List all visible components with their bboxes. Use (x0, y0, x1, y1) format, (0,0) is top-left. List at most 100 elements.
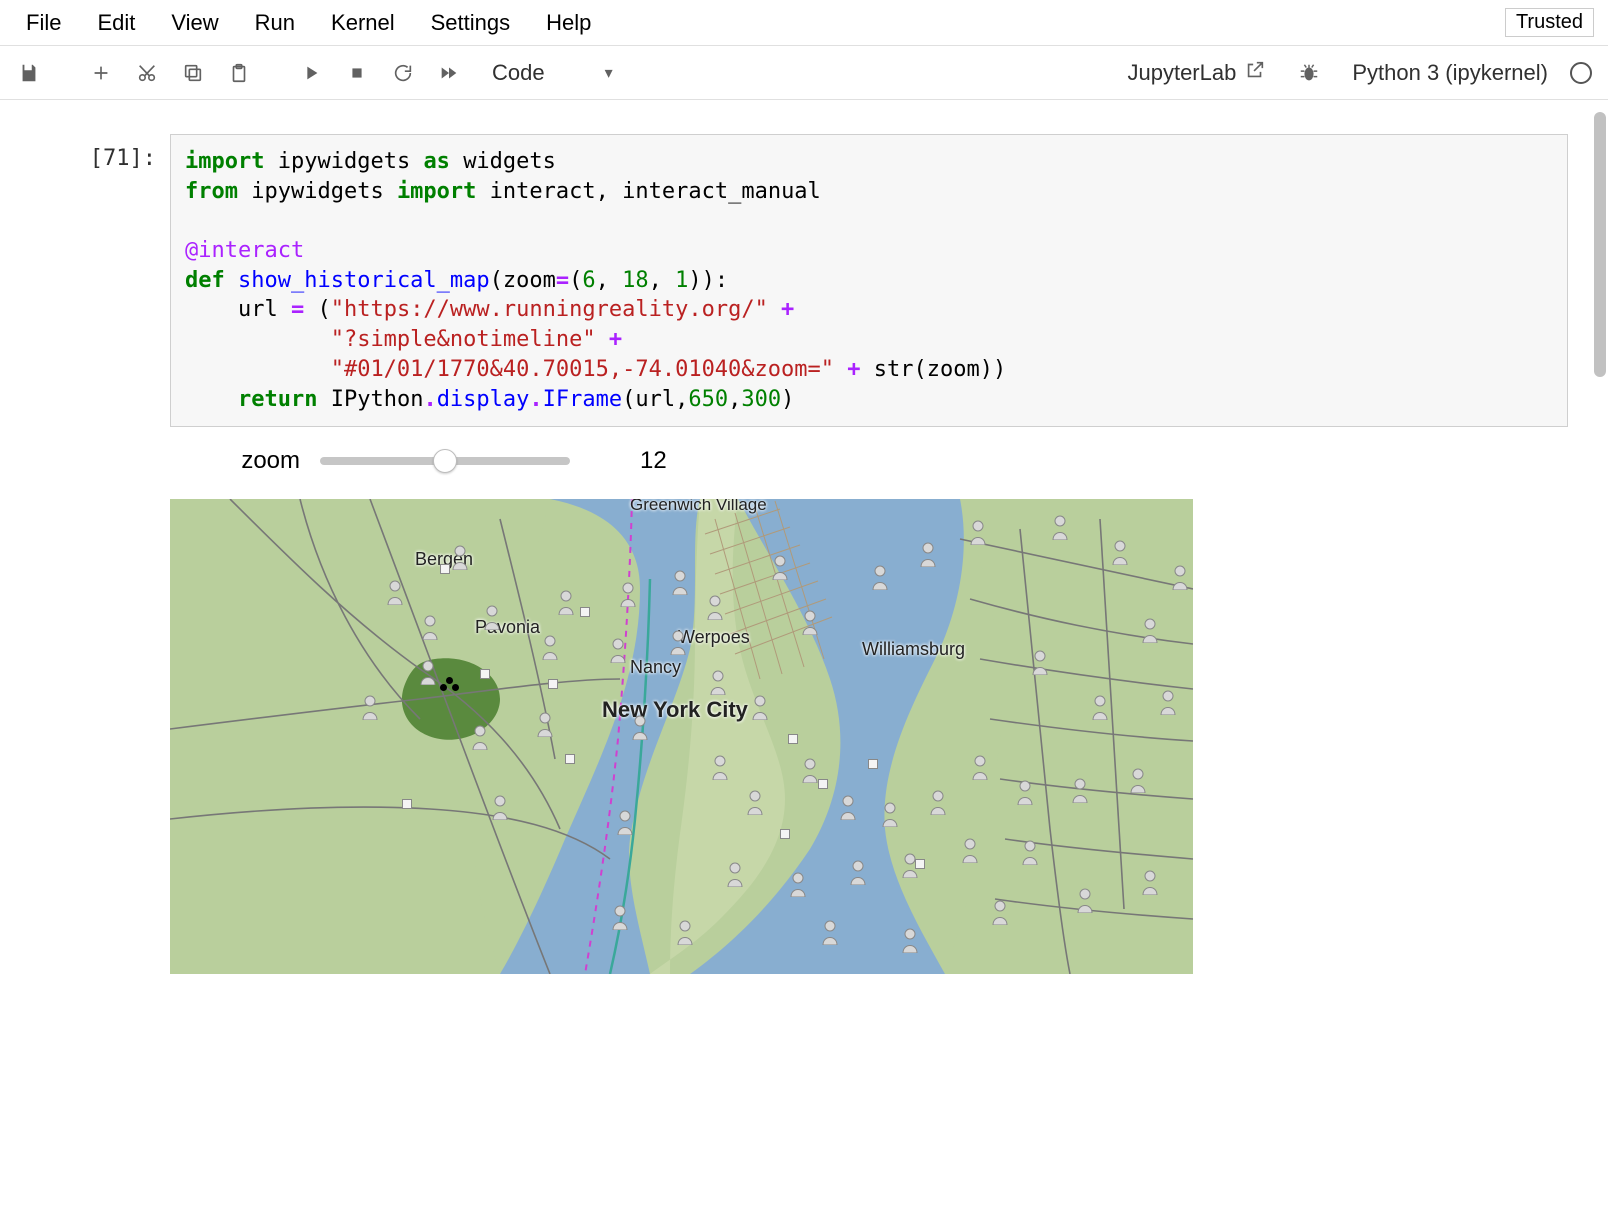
cell-output: zoom 12 (170, 447, 1568, 974)
map-person-icon[interactable] (870, 564, 890, 590)
map-square-marker[interactable] (480, 669, 490, 679)
map-person-icon[interactable] (490, 794, 510, 820)
map-person-icon[interactable] (960, 837, 980, 863)
map-person-icon[interactable] (608, 637, 628, 663)
map-person-icon[interactable] (848, 859, 868, 885)
map-person-icon[interactable] (750, 694, 770, 720)
map-person-icon[interactable] (990, 899, 1010, 925)
map-person-icon[interactable] (770, 554, 790, 580)
map-person-icon[interactable] (535, 711, 555, 737)
map-person-icon[interactable] (1070, 777, 1090, 803)
map-person-icon[interactable] (670, 569, 690, 595)
map-square-marker[interactable] (915, 859, 925, 869)
restart-icon[interactable] (382, 52, 424, 94)
map-person-icon[interactable] (482, 604, 502, 630)
menu-help[interactable]: Help (528, 4, 609, 42)
menu-run[interactable]: Run (237, 4, 313, 42)
map-person-icon[interactable] (745, 789, 765, 815)
map-person-icon[interactable] (418, 659, 438, 685)
map-person-icon[interactable] (1015, 779, 1035, 805)
map-square-marker[interactable] (780, 829, 790, 839)
map-person-icon[interactable] (970, 754, 990, 780)
map-label-williamsburg: Williamsburg (862, 639, 965, 660)
open-jupyterlab-link[interactable]: JupyterLab (1127, 59, 1266, 87)
map-person-icon[interactable] (556, 589, 576, 615)
cell-type-select[interactable]: Code ▾ (492, 60, 613, 86)
map-person-icon[interactable] (1020, 839, 1040, 865)
add-cell-icon[interactable] (80, 52, 122, 94)
map-person-icon[interactable] (618, 581, 638, 607)
map-person-icon[interactable] (540, 634, 560, 660)
map-square-marker[interactable] (788, 734, 798, 744)
map-square-marker[interactable] (818, 779, 828, 789)
map-person-icon[interactable] (360, 694, 380, 720)
menu-view[interactable]: View (153, 4, 236, 42)
input-prompt: [71]: (40, 134, 170, 427)
map-person-icon[interactable] (928, 789, 948, 815)
kernel-name[interactable]: Python 3 (ipykernel) (1352, 60, 1548, 86)
map-person-icon[interactable] (470, 724, 490, 750)
map-person-icon[interactable] (1140, 617, 1160, 643)
code-cell[interactable]: [71]: import ipywidgets as widgets from … (40, 134, 1568, 427)
map-person-icon[interactable] (385, 579, 405, 605)
map-square-marker[interactable] (580, 607, 590, 617)
stop-icon[interactable] (336, 52, 378, 94)
map-person-icon[interactable] (708, 669, 728, 695)
map-person-icon[interactable] (1030, 649, 1050, 675)
map-person-icon[interactable] (668, 629, 688, 655)
run-icon[interactable] (290, 52, 332, 94)
map-person-icon[interactable] (615, 809, 635, 835)
map-person-icon[interactable] (900, 927, 920, 953)
menu-edit[interactable]: Edit (79, 4, 153, 42)
zoom-slider[interactable] (320, 457, 570, 465)
map-person-icon[interactable] (788, 871, 808, 897)
map-person-icon[interactable] (705, 594, 725, 620)
bug-icon[interactable] (1288, 52, 1330, 94)
map-person-icon[interactable] (1158, 689, 1178, 715)
map-square-marker[interactable] (440, 564, 450, 574)
code-editor[interactable]: import ipywidgets as widgets from ipywid… (170, 134, 1568, 427)
map-person-icon[interactable] (1075, 887, 1095, 913)
scrollbar-thumb[interactable] (1594, 112, 1606, 377)
copy-icon[interactable] (172, 52, 214, 94)
map-person-icon[interactable] (880, 801, 900, 827)
map-person-icon[interactable] (725, 861, 745, 887)
map-person-icon[interactable] (450, 544, 470, 570)
map-person-icon[interactable] (800, 757, 820, 783)
map-person-icon[interactable] (1128, 767, 1148, 793)
menu-bar: File Edit View Run Kernel Settings Help … (0, 0, 1608, 46)
map-person-icon[interactable] (1110, 539, 1130, 565)
map-person-icon[interactable] (1170, 564, 1190, 590)
map-iframe[interactable]: Greenwich Village Bergen Pavonia Werpoes… (170, 499, 1193, 974)
menu-file[interactable]: File (8, 4, 79, 42)
trusted-badge[interactable]: Trusted (1505, 8, 1594, 37)
kernel-status-icon[interactable] (1570, 62, 1592, 84)
paste-icon[interactable] (218, 52, 260, 94)
menu-kernel[interactable]: Kernel (313, 4, 413, 42)
map-person-icon[interactable] (630, 714, 650, 740)
save-icon[interactable] (8, 52, 50, 94)
map-person-icon[interactable] (710, 754, 730, 780)
map-label-werpoes: Werpoes (678, 627, 750, 648)
map-person-icon[interactable] (1050, 514, 1070, 540)
map-square-marker[interactable] (565, 754, 575, 764)
fast-forward-icon[interactable] (428, 52, 470, 94)
map-person-icon[interactable] (800, 609, 820, 635)
map-person-icon[interactable] (675, 919, 695, 945)
map-person-icon[interactable] (820, 919, 840, 945)
map-person-icon[interactable] (968, 519, 988, 545)
map-person-icon[interactable] (838, 794, 858, 820)
map-person-icon[interactable] (918, 541, 938, 567)
map-square-marker[interactable] (868, 759, 878, 769)
map-person-icon[interactable] (1140, 869, 1160, 895)
map-person-icon[interactable] (420, 614, 440, 640)
cut-icon[interactable] (126, 52, 168, 94)
map-marker-dots (440, 677, 460, 693)
map-person-icon[interactable] (1090, 694, 1110, 720)
map-square-marker[interactable] (402, 799, 412, 809)
zoom-slider-widget: zoom 12 (190, 447, 1568, 475)
menu-settings[interactable]: Settings (413, 4, 529, 42)
slider-thumb[interactable] (433, 449, 457, 473)
map-person-icon[interactable] (610, 904, 630, 930)
map-square-marker[interactable] (548, 679, 558, 689)
